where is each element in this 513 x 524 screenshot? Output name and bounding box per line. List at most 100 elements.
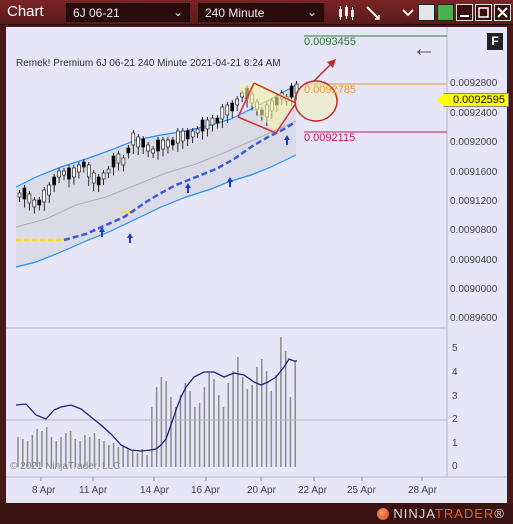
candle-body <box>116 153 121 164</box>
chart-info-line: Remek! Premium 6J 06-21 240 Minute 2021-… <box>16 58 281 69</box>
candle-body <box>121 157 126 166</box>
back-arrow-icon[interactable]: ← <box>412 37 436 61</box>
chart-canvas[interactable] <box>6 27 507 503</box>
candle-body <box>131 132 136 146</box>
x-axis-label: 14 Apr <box>140 485 169 496</box>
candle-body <box>82 161 86 168</box>
volume-axis-label: 0 <box>452 461 458 472</box>
copyright-text: © 2021 NinjaTrader, LLC <box>10 461 121 472</box>
instrument-selector[interactable]: 6J 06-21 ⌄ <box>66 3 190 22</box>
drawing-tool-icon[interactable] <box>364 4 382 21</box>
color-swatch-icon[interactable] <box>418 4 435 21</box>
close-button[interactable] <box>494 4 511 21</box>
minimize-icon <box>460 15 469 17</box>
candle-body <box>151 148 155 154</box>
link-color-icon[interactable] <box>437 4 454 21</box>
candle-body <box>289 85 294 98</box>
candle-body <box>72 167 76 178</box>
price-axis-label: 0.0092400 <box>450 108 498 119</box>
candle-body <box>77 164 81 173</box>
chevron-down-icon: ⌄ <box>172 5 183 19</box>
volume-bars <box>17 337 296 467</box>
price-axis-label: 0.0090000 <box>450 284 498 295</box>
candle-body <box>190 130 195 138</box>
candle-body <box>200 119 205 132</box>
minimize-button[interactable] <box>456 4 473 21</box>
logo-ball-icon <box>377 508 390 520</box>
dropdown-chevron-icon[interactable] <box>399 4 417 21</box>
candle-body <box>101 172 106 180</box>
x-axis-label: 25 Apr <box>347 485 376 496</box>
x-axis-label: 8 Apr <box>32 485 56 496</box>
candle-body <box>91 172 96 184</box>
maximize-button[interactable] <box>475 4 492 21</box>
candle-body <box>146 144 150 152</box>
x-axis-label: 11 Apr <box>79 485 108 496</box>
footer-bar: NINJATRADER® <box>0 503 513 524</box>
candle-body <box>62 170 66 176</box>
candle-body <box>27 193 32 204</box>
candle-body <box>176 130 180 144</box>
entry-label: 0.0092785 <box>304 84 356 96</box>
logo-text-left: NINJA <box>393 506 435 521</box>
ninjatrader-logo: NINJATRADER® <box>377 506 505 521</box>
x-axis-label: 20 Apr <box>247 485 276 496</box>
chart-panel[interactable]: Remek! Premium 6J 06-21 240 Minute 2021-… <box>6 27 509 503</box>
price-axis-label: 0.0090400 <box>450 255 498 266</box>
candle-body <box>52 176 56 186</box>
chart-window-titlebar: Chart 6J 06-21 ⌄ 240 Minute ⌄ <box>0 0 513 25</box>
candle-body <box>86 164 91 178</box>
candle-body <box>57 170 61 178</box>
volume-axis-label: 1 <box>452 438 458 449</box>
candle-body <box>32 199 37 208</box>
candle-body <box>171 139 175 146</box>
candle-body <box>22 187 27 200</box>
chart-style-icon[interactable] <box>337 4 355 21</box>
candle-body <box>136 136 141 148</box>
target-label: 0.0093455 <box>304 36 356 48</box>
candle-body <box>220 106 225 120</box>
interval-selector[interactable]: 240 Minute ⌄ <box>198 3 324 22</box>
volume-axis-label: 2 <box>452 414 458 425</box>
last-price-tag: 0.0092595 <box>437 93 509 107</box>
price-axis-label: 0.0092800 <box>450 78 498 89</box>
stop-label: 0.0092115 <box>304 132 356 144</box>
logo-text-right: TRADER <box>434 506 495 521</box>
logo-registered: ® <box>494 506 505 521</box>
candle-body <box>205 119 210 130</box>
candle-body <box>230 102 235 112</box>
candle-body <box>37 199 42 206</box>
interval-label: 240 Minute <box>205 6 265 20</box>
candle-body <box>126 147 131 154</box>
window-title: Chart <box>7 3 44 20</box>
volume-axis-label: 5 <box>452 343 458 354</box>
candle-body <box>195 128 200 134</box>
candle-body <box>47 184 51 196</box>
volume-axis-label: 4 <box>452 367 458 378</box>
close-icon <box>497 7 508 18</box>
candle-body <box>210 117 215 126</box>
chevron-down-icon: ⌄ <box>306 5 317 19</box>
price-axis-label: 0.0091200 <box>450 196 498 207</box>
candle-body <box>111 155 116 168</box>
buy-arrow-icon <box>127 233 133 243</box>
price-axis-label: 0.0091600 <box>450 167 498 178</box>
candle-body <box>67 167 71 180</box>
candle-body <box>166 139 170 148</box>
candle-body <box>161 139 165 150</box>
price-axis-label: 0.0089600 <box>450 313 498 324</box>
f-button[interactable]: F <box>487 33 503 50</box>
candle-body <box>42 189 47 203</box>
breakout-arrow <box>313 62 333 82</box>
candle-body <box>180 130 185 142</box>
volume-axis-label: 3 <box>452 391 458 402</box>
candle-body <box>185 130 190 140</box>
candle-body <box>225 104 230 116</box>
candle-body <box>96 176 101 186</box>
price-axis-label: 0.0092000 <box>450 137 498 148</box>
x-axis-label: 28 Apr <box>408 485 437 496</box>
candle-body <box>215 117 220 124</box>
maximize-icon <box>478 7 489 18</box>
price-axis-label: 0.0090800 <box>450 225 498 236</box>
x-axis-label: 16 Apr <box>191 485 220 496</box>
